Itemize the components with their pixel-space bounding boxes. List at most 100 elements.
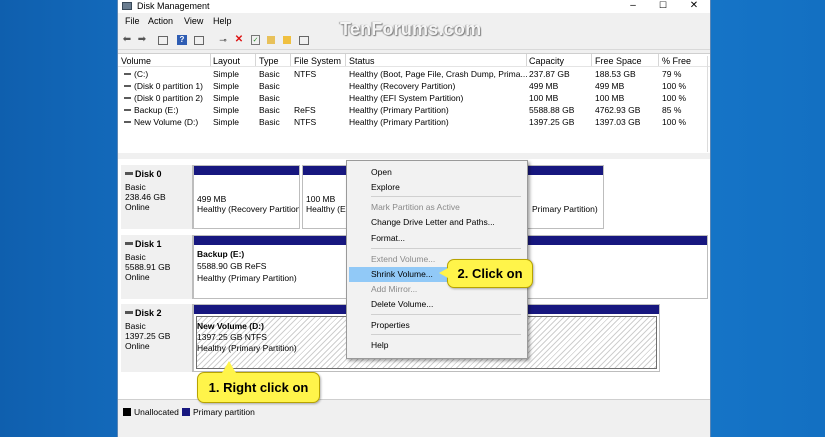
menu-view[interactable]: View	[184, 16, 203, 26]
cell-free-space: 188.53 GB	[595, 69, 636, 79]
cell-status: Healthy (Primary Partition)	[349, 105, 449, 115]
col-type[interactable]: Type	[259, 56, 279, 66]
menu-item-explore[interactable]: Explore	[349, 180, 525, 195]
col-volume[interactable]: Volume	[121, 56, 151, 66]
properties-icon[interactable]	[299, 36, 309, 45]
cell-type: Basic	[259, 93, 280, 103]
open-icon[interactable]	[283, 36, 291, 44]
step-1-text: 1. Right click on	[208, 380, 309, 395]
console-tree-icon[interactable]	[158, 36, 168, 45]
cell-layout: Simple	[213, 105, 239, 115]
cell-free-space: 499 MB	[595, 81, 625, 91]
cell-free-space: 4762.93 GB	[595, 105, 641, 115]
disk-size: 1397.25 GB	[125, 331, 171, 341]
menu-separator	[371, 314, 521, 315]
connect-icon[interactable]: ⊸	[218, 35, 228, 45]
menu-separator	[371, 196, 521, 197]
menu-item-delete-volume[interactable]: Delete Volume...	[349, 297, 525, 312]
cell-status: Healthy (Boot, Page File, Crash Dump, Pr…	[349, 69, 528, 79]
col-status[interactable]: Status	[349, 56, 375, 66]
cell-capacity: 5588.88 GB	[529, 105, 575, 115]
cell-capacity: 1397.25 GB	[529, 117, 575, 127]
legend-primary: Primary partition	[193, 407, 255, 417]
menu-item-properties[interactable]: Properties	[349, 318, 525, 333]
title-bar: Disk Management – ☐ ✕	[118, 0, 710, 13]
cell-volume: (Disk 0 partition 2)	[134, 93, 203, 103]
delete-icon[interactable]: ✕	[234, 35, 244, 45]
legend-unallocated-swatch	[123, 408, 131, 416]
cell-file-system: NTFS	[294, 69, 317, 79]
forward-icon[interactable]: ➡	[137, 35, 147, 45]
disk-size: 238.46 GB	[125, 192, 166, 202]
volume-list: Volume Layout Type File System Status Ca…	[118, 53, 710, 154]
cell-volume: Backup (E:)	[134, 105, 179, 115]
volume-icon	[124, 85, 131, 87]
disk-2-label[interactable]: Disk 2 Basic 1397.25 GB Online	[121, 304, 193, 372]
disk-type: Basic	[125, 252, 146, 262]
cell-status: Healthy (Primary Partition)	[349, 117, 449, 127]
col-percent-free[interactable]: % Free	[662, 56, 691, 66]
table-row[interactable]: (Disk 0 partition 1) Simple Basic Healthy (…	[118, 80, 710, 92]
table-row[interactable]: (C:) Simple Basic NTFS Healthy (Boot, Page F…	[118, 68, 710, 80]
cell-percent-free: 85 %	[662, 105, 682, 115]
legend-primary-swatch	[182, 408, 190, 416]
cell-status: Healthy (EFI System Partition)	[349, 93, 464, 103]
menu-item-format[interactable]: Format...	[349, 231, 525, 246]
col-layout[interactable]: Layout	[213, 56, 240, 66]
disk-icon	[125, 242, 133, 245]
menu-file[interactable]: File	[125, 16, 140, 26]
disk-0-label[interactable]: Disk 0 Basic 238.46 GB Online	[121, 165, 193, 229]
col-capacity[interactable]: Capacity	[529, 56, 564, 66]
menu-action[interactable]: Action	[148, 16, 173, 26]
menu-item-open[interactable]: Open	[349, 165, 525, 180]
cell-layout: Simple	[213, 69, 239, 79]
back-icon[interactable]: ⬅	[122, 35, 132, 45]
volume-icon	[124, 73, 131, 75]
cell-capacity: 100 MB	[529, 93, 559, 103]
window-title: Disk Management	[137, 1, 210, 11]
partition-recovery[interactable]: 499 MB Healthy (Recovery Partition	[193, 165, 300, 229]
list-view-icon[interactable]	[194, 36, 204, 45]
cell-capacity: 499 MB	[529, 81, 559, 91]
cell-capacity: 237.87 GB	[529, 69, 570, 79]
menu-help[interactable]: Help	[213, 16, 232, 26]
minimize-button[interactable]: –	[618, 0, 648, 12]
cell-percent-free: 100 %	[662, 117, 687, 127]
table-row[interactable]: Backup (E:) Simple Basic ReFS Healthy (Prima…	[118, 104, 710, 116]
disk-name: Disk 0	[135, 169, 162, 179]
check-disk-icon[interactable]: ✓	[251, 35, 260, 45]
cell-file-system: ReFS	[294, 105, 316, 115]
volume-list-scrollbar[interactable]	[707, 56, 708, 152]
cell-layout: Simple	[213, 93, 239, 103]
disk-name: Disk 1	[135, 239, 162, 249]
cell-free-space: 1397.03 GB	[595, 117, 641, 127]
disk-1-label[interactable]: Disk 1 Basic 5588.91 GB Online	[121, 235, 193, 299]
folder-icon[interactable]	[267, 36, 275, 44]
disk-type: Basic	[125, 182, 146, 192]
cell-layout: Simple	[213, 117, 239, 127]
cell-volume: New Volume (D:)	[134, 117, 199, 127]
menu-item-help[interactable]: Help	[349, 338, 525, 353]
watermark: TenForums.com	[340, 19, 482, 39]
table-row[interactable]: New Volume (D:) Simple Basic NTFS Healthy (P…	[118, 116, 710, 128]
legend-unallocated: Unallocated	[134, 407, 179, 417]
partition-efi[interactable]: 100 MB Healthy (EF	[302, 165, 348, 229]
disk-state: Online	[125, 341, 150, 351]
menu-separator	[371, 248, 521, 249]
maximize-button[interactable]: ☐	[648, 0, 678, 12]
step-2-callout: 2. Click on	[439, 259, 533, 288]
disk-state: Online	[125, 202, 150, 212]
disk-icon	[125, 172, 133, 175]
table-row[interactable]: (Disk 0 partition 2) Simple Basic Healthy (…	[118, 92, 710, 104]
cell-free-space: 100 MB	[595, 93, 625, 103]
help-icon[interactable]: ?	[177, 35, 187, 45]
col-file-system[interactable]: File System	[294, 56, 341, 66]
cell-volume: (Disk 0 partition 1)	[134, 81, 203, 91]
cell-status: Healthy (Recovery Partition)	[349, 81, 456, 91]
menu-separator	[371, 334, 521, 335]
col-free-space[interactable]: Free Space	[595, 56, 642, 66]
cell-percent-free: 100 %	[662, 81, 687, 91]
menu-item-change-drive-letter[interactable]: Change Drive Letter and Paths...	[349, 215, 525, 230]
close-button[interactable]: ✕	[679, 0, 709, 12]
disk-size: 5588.91 GB	[125, 262, 171, 272]
